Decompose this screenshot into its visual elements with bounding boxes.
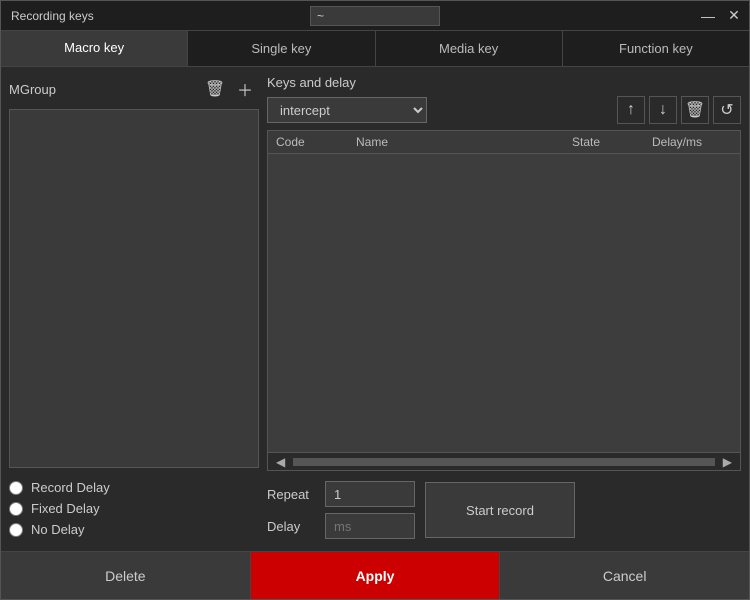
delay-input[interactable] [325,513,415,539]
minimize-button[interactable]: — [697,5,719,27]
mgroup-list[interactable] [9,109,259,468]
keys-table: Code Name State Delay/ms ◀ ▶ [267,130,741,471]
right-top-row: Keys and delay [267,75,741,90]
dropdown-toolbar-row: intercept no intercept ↑ ↓ 🗑 ↺ [267,96,741,124]
left-panel: MGroup 🗑 ＋ Record Delay Fixed Delay [9,75,259,543]
fixed-delay-option[interactable]: Fixed Delay [9,501,259,516]
record-delay-radio[interactable] [9,481,23,495]
table-body[interactable] [268,154,740,452]
tab-macro[interactable]: Macro key [1,31,188,66]
scroll-right-button[interactable]: ▶ [719,455,736,469]
main-window: Recording keys — ✕ Macro key Single key … [0,0,750,600]
window-title: Recording keys [11,9,94,23]
tab-bar: Macro key Single key Media key Function … [1,31,749,67]
table-toolbar: ↑ ↓ 🗑 ↺ [617,96,741,124]
col-state: State [572,135,652,149]
scroll-left-button[interactable]: ◀ [272,455,289,469]
right-panel: Keys and delay intercept no intercept ↑ … [267,75,741,543]
close-button[interactable]: ✕ [723,5,745,27]
record-delay-option[interactable]: Record Delay [9,480,259,495]
tab-function[interactable]: Function key [563,31,749,66]
start-record-button[interactable]: Start record [425,482,575,538]
repeat-input[interactable] [325,481,415,507]
delay-radio-group: Record Delay Fixed Delay No Delay [9,474,259,543]
bottom-controls: Repeat Delay Start record [267,477,741,543]
col-name: Name [356,135,572,149]
scroll-track[interactable] [293,458,715,466]
move-up-button[interactable]: ↑ [617,96,645,124]
horizontal-scrollbar[interactable]: ◀ ▶ [268,452,740,470]
main-content: MGroup 🗑 ＋ Record Delay Fixed Delay [1,67,749,551]
mgroup-actions: 🗑 ＋ [201,75,259,103]
no-delay-radio[interactable] [9,523,23,537]
tab-single[interactable]: Single key [188,31,375,66]
mgroup-label: MGroup [9,82,56,97]
repeat-label: Repeat [267,487,317,502]
delete-mgroup-button[interactable]: 🗑 [201,75,229,103]
tab-media[interactable]: Media key [376,31,563,66]
col-code: Code [276,135,356,149]
apply-button[interactable]: Apply [251,552,501,599]
delete-entry-button[interactable]: 🗑 [681,96,709,124]
delay-label: Delay [267,519,317,534]
window-controls: — ✕ [697,5,745,27]
no-delay-option[interactable]: No Delay [9,522,259,537]
col-delay: Delay/ms [652,135,732,149]
keys-delay-label: Keys and delay [267,75,356,90]
title-bar: Recording keys — ✕ [1,1,749,31]
cancel-button[interactable]: Cancel [500,552,749,599]
move-down-button[interactable]: ↓ [649,96,677,124]
repeat-row: Repeat [267,481,415,507]
intercept-dropdown[interactable]: intercept no intercept [267,97,427,123]
left-panel-header: MGroup 🗑 ＋ [9,75,259,103]
table-header: Code Name State Delay/ms [268,131,740,154]
refresh-button[interactable]: ↺ [713,96,741,124]
add-mgroup-button[interactable]: ＋ [231,75,259,103]
delay-row: Delay [267,513,415,539]
fixed-delay-radio[interactable] [9,502,23,516]
delete-button[interactable]: Delete [1,552,251,599]
repeat-delay-fields: Repeat Delay [267,481,415,539]
footer: Delete Apply Cancel [1,551,749,599]
title-input[interactable] [310,6,440,26]
